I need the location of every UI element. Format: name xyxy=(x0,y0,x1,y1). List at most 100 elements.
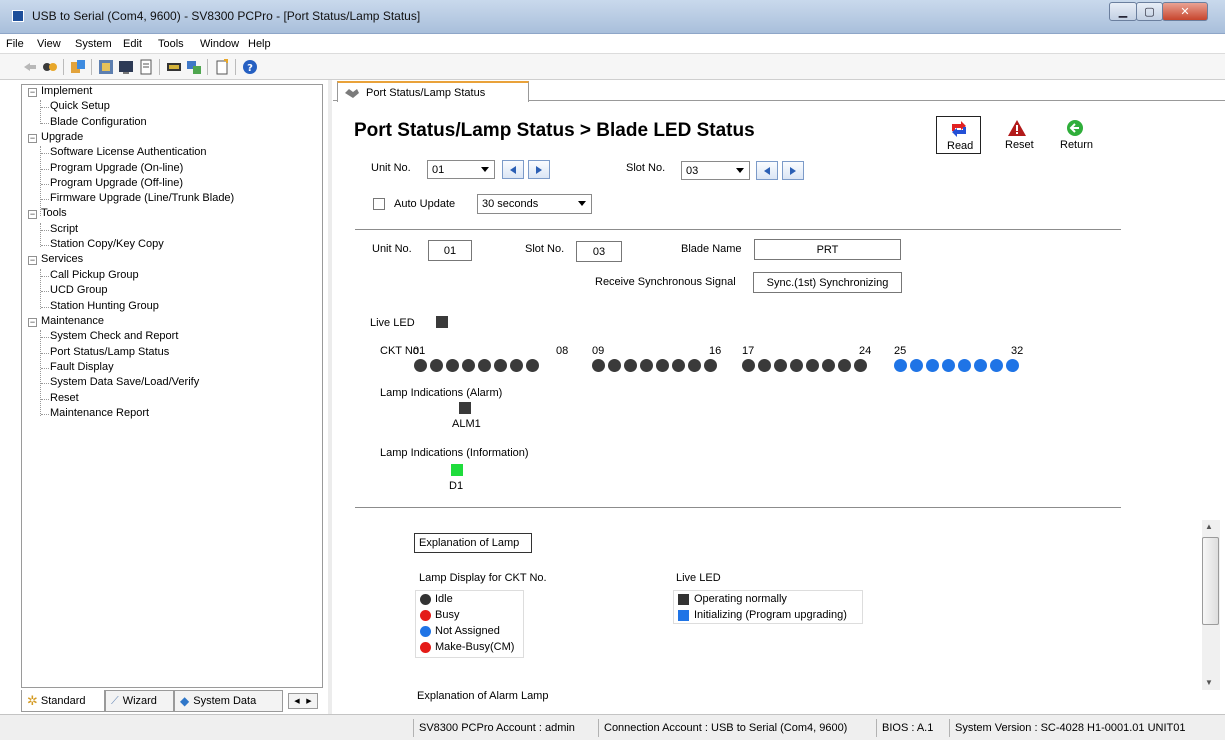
tree-line xyxy=(40,146,41,216)
tab-system-data[interactable]: ◆ System Data xyxy=(174,690,283,712)
info-lamps-label: Lamp Indications (Information) xyxy=(380,447,529,459)
return-button[interactable]: Return xyxy=(1053,116,1097,154)
auto-update-checkbox[interactable] xyxy=(373,198,385,210)
title-bar: USB to Serial (Com4, 9600) - SV8300 PCPr… xyxy=(0,0,1225,34)
tree-item-label: System Data Save/Load/Verify xyxy=(50,376,200,388)
menu-tools[interactable]: Tools xyxy=(158,38,184,50)
scroll-up-icon[interactable]: ▲ xyxy=(1205,522,1213,531)
tree-line xyxy=(41,291,49,292)
status-bios: BIOS : A.1 xyxy=(876,719,933,737)
minimize-button[interactable]: ▁ xyxy=(1109,2,1137,21)
ckt-lamp xyxy=(688,359,701,372)
interval-value: 30 seconds xyxy=(482,198,539,210)
ckt-legend-header: Lamp Display for CKT No. xyxy=(419,572,547,584)
legend-not-assigned: Not Assigned xyxy=(435,625,500,637)
ckt-group-4-start: 25 xyxy=(894,345,907,357)
doc-tab-label: Port Status/Lamp Status xyxy=(366,86,486,99)
alarm-lamps-label: Lamp Indications (Alarm) xyxy=(380,387,503,399)
menu-view[interactable]: View xyxy=(37,38,61,50)
tab-wizard[interactable]: ⟋ Wizard xyxy=(105,690,174,712)
card-icon[interactable] xyxy=(166,59,182,75)
warning-icon xyxy=(1008,120,1026,136)
connect-icon[interactable] xyxy=(42,59,58,75)
tree-item-label: System Check and Report xyxy=(50,330,179,342)
slot-select-value: 03 xyxy=(686,164,699,177)
ckt-lamp xyxy=(1006,359,1019,372)
splitter[interactable] xyxy=(328,80,332,714)
page-title: Port Status/Lamp Status > Blade LED Stat… xyxy=(354,120,755,141)
slot-prev-button[interactable] xyxy=(756,161,778,180)
alarm-lamp-indicator xyxy=(459,402,471,414)
collapse-icon[interactable]: − xyxy=(28,210,37,219)
tree-line xyxy=(41,368,49,369)
reset-label: Reset xyxy=(1005,139,1034,151)
info-slot-value: 03 xyxy=(576,241,622,262)
unit-select[interactable]: 01 xyxy=(427,160,495,179)
tree-item-label: Port Status/Lamp Status xyxy=(50,346,170,358)
legend-idle: Idle xyxy=(435,593,453,605)
tab-standard[interactable]: ✲ Standard xyxy=(21,690,105,712)
ckt-lamp xyxy=(478,359,491,372)
tab-port-status[interactable]: Port Status/Lamp Status xyxy=(337,81,529,102)
bottom-tab-bar: ✲ Standard ⟋ Wizard ◆ System Data ◀ ▶ xyxy=(21,690,323,712)
back-arrow-icon[interactable] xyxy=(22,59,38,75)
tree-group-label: Implement xyxy=(41,85,93,97)
collapse-icon[interactable]: − xyxy=(28,256,37,265)
status-account: SV8300 PCPro Account : admin xyxy=(413,719,575,737)
menu-system[interactable]: System xyxy=(75,38,112,50)
return-label: Return xyxy=(1060,139,1094,151)
handshake-icon xyxy=(345,88,359,98)
collapse-icon[interactable]: − xyxy=(28,88,37,97)
unit-prev-button[interactable] xyxy=(502,160,524,179)
tree-item-label: Program Upgrade (Off-line) xyxy=(50,177,184,189)
ckt-lamp xyxy=(990,359,1003,372)
ckt-lamp xyxy=(494,359,507,372)
menu-file[interactable]: File xyxy=(6,38,24,50)
menu-edit[interactable]: Edit xyxy=(123,38,142,50)
help-icon[interactable]: ? xyxy=(242,59,258,75)
collapse-icon[interactable]: − xyxy=(28,318,37,327)
tab-scroll-buttons[interactable]: ◀ ▶ xyxy=(288,693,318,709)
ckt-lamp xyxy=(926,359,939,372)
read-button[interactable]: Read xyxy=(936,116,981,154)
ckt-lamp xyxy=(672,359,685,372)
scrollbar-thumb[interactable] xyxy=(1202,537,1219,625)
unit-next-button[interactable] xyxy=(528,160,550,179)
blade-icon[interactable] xyxy=(98,59,114,75)
close-button[interactable]: ✕ xyxy=(1162,2,1208,21)
slot-next-button[interactable] xyxy=(782,161,804,180)
slot-select[interactable]: 03 xyxy=(681,161,750,180)
menu-window[interactable]: Window xyxy=(200,38,239,50)
menu-help[interactable]: Help xyxy=(248,38,271,50)
alarm-explanation-title: Explanation of Alarm Lamp xyxy=(417,690,549,702)
interval-select[interactable]: 30 seconds xyxy=(477,194,592,214)
tree-line xyxy=(41,153,49,154)
maximize-button[interactable]: ▢ xyxy=(1136,2,1163,21)
document-icon[interactable] xyxy=(138,59,154,75)
scroll-down-icon[interactable]: ▼ xyxy=(1205,678,1213,687)
tree-item-label: Station Copy/Key Copy xyxy=(50,238,164,250)
live-led-label: Live LED xyxy=(370,317,415,329)
scroll-right-icon[interactable]: ▶ xyxy=(306,697,311,705)
new-file-icon[interactable] xyxy=(214,59,230,75)
ckt-group-1-start: 01 xyxy=(413,345,426,357)
legend-operating: Operating normally xyxy=(694,593,787,605)
scroll-left-icon[interactable]: ◀ xyxy=(294,697,299,705)
ckt-lamp xyxy=(894,359,907,372)
ckt-lamp xyxy=(790,359,803,372)
info-unit-value: 01 xyxy=(428,240,472,261)
tree-item-label: Script xyxy=(50,223,79,235)
info-lamp-label: D1 xyxy=(449,480,464,492)
network-icon[interactable] xyxy=(186,59,202,75)
reset-button[interactable]: Reset xyxy=(997,116,1037,154)
tree-line xyxy=(41,169,49,170)
ckt-lamp xyxy=(430,359,443,372)
collapse-icon[interactable]: − xyxy=(28,134,37,143)
ckt-lamp xyxy=(742,359,755,372)
read-label: Read xyxy=(947,140,974,152)
tree-line xyxy=(41,123,49,124)
ckt-group-2-end: 16 xyxy=(709,345,722,357)
terminal-icon[interactable] xyxy=(118,59,134,75)
system-icon[interactable] xyxy=(70,59,86,75)
alarm-lamp-label: ALM1 xyxy=(452,418,481,430)
